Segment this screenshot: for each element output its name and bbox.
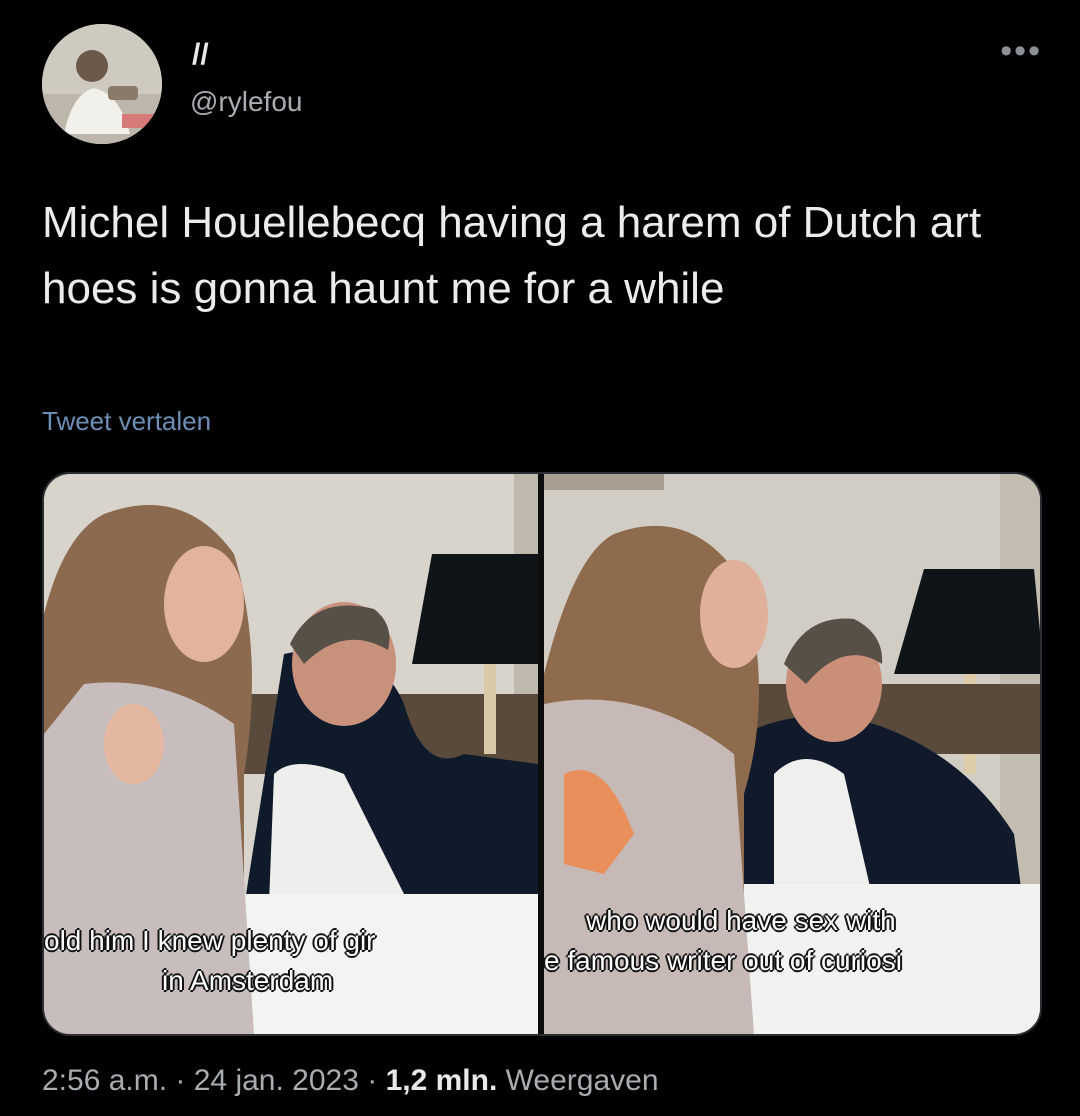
avatar[interactable] bbox=[42, 24, 162, 144]
tweet-time[interactable]: 2:56 a.m. bbox=[42, 1064, 167, 1097]
separator: · bbox=[358, 1064, 386, 1097]
tweet-header: // @rylefou ••• bbox=[42, 24, 1042, 144]
tweet-date[interactable]: 24 jan. 2023 bbox=[194, 1064, 359, 1097]
translate-tweet-link[interactable]: Tweet vertalen bbox=[42, 406, 211, 437]
ellipsis-icon[interactable]: ••• bbox=[1000, 32, 1042, 71]
tweet-media[interactable]: old him I knew plenty of gir in Amsterda… bbox=[42, 472, 1042, 1036]
subtitle-line: in Amsterdam bbox=[162, 965, 334, 996]
subtitle-line: e famous writer out of curiosi bbox=[544, 945, 902, 976]
separator: · bbox=[167, 1064, 194, 1097]
views-count[interactable]: 1,2 mln. bbox=[386, 1064, 498, 1097]
views-label[interactable]: Weergaven bbox=[497, 1064, 659, 1097]
media-image-right[interactable]: who would have sex with e famous writer … bbox=[544, 474, 1040, 1034]
media-image-left[interactable]: old him I knew plenty of gir in Amsterda… bbox=[44, 474, 538, 1034]
user-handle[interactable]: @rylefou bbox=[190, 86, 302, 118]
tweet-text: Michel Houellebecq having a harem of Dut… bbox=[42, 198, 982, 313]
subtitle-line: who would have sex with bbox=[586, 905, 896, 936]
subtitle-line: old him I knew plenty of gir bbox=[44, 925, 376, 956]
display-name[interactable]: // bbox=[192, 38, 209, 72]
tweet-meta: 2:56 a.m. · 24 jan. 2023 · 1,2 mln. Weer… bbox=[42, 1064, 659, 1098]
